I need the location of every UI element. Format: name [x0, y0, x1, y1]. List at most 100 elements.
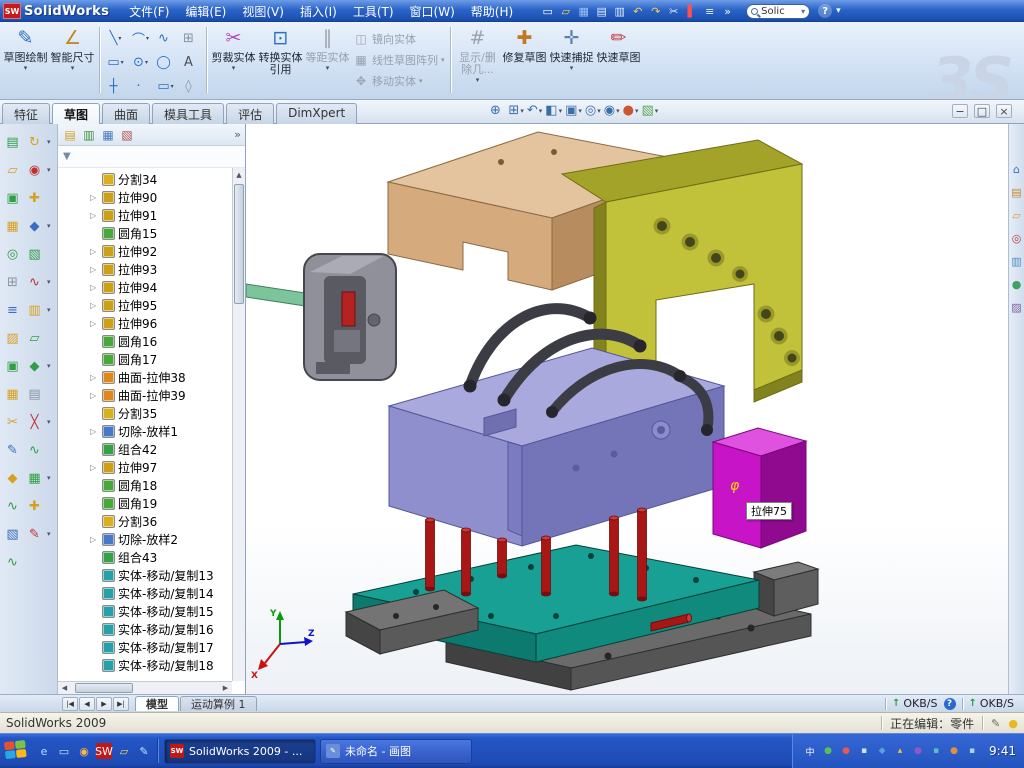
- dock-tool-icon[interactable]: ╳: [25, 413, 44, 432]
- new-doc-icon[interactable]: ▭: [539, 3, 556, 20]
- tree-item[interactable]: ▷ 曲面-拉伸38: [90, 368, 232, 386]
- tab-nav-icon[interactable]: |◀: [62, 697, 78, 711]
- command-tab[interactable]: 草图: [52, 103, 100, 124]
- tree-item[interactable]: ▷ 切除-放样2: [90, 530, 232, 548]
- chevron-down-icon[interactable]: ▾: [47, 474, 51, 482]
- chevron-down-icon[interactable]: ▾: [47, 418, 51, 426]
- quick-launch-show-desktop-icon[interactable]: ▭: [56, 743, 72, 759]
- minimize-button[interactable]: −: [952, 104, 968, 118]
- rapid-sketch-button[interactable]: ✏ 快速草图 ▾: [595, 24, 642, 96]
- dock-tool-icon[interactable]: ✎: [3, 441, 22, 460]
- expander-icon[interactable]: ▷: [90, 427, 99, 436]
- point-tool[interactable]: · ▾: [128, 74, 153, 98]
- dock-tool-icon[interactable]: ∿: [3, 553, 22, 572]
- dock-tool-icon[interactable]: ▦: [3, 385, 22, 404]
- dock-tool-icon[interactable]: ▤: [25, 385, 44, 404]
- chevron-down-icon[interactable]: ▾: [570, 64, 574, 72]
- open-icon[interactable]: ▱: [557, 3, 574, 20]
- expander-icon[interactable]: ▷: [90, 211, 99, 220]
- tray-icon-4[interactable]: ◆: [875, 744, 889, 758]
- propertymanager-tab-icon[interactable]: ▥: [81, 127, 97, 143]
- close-button[interactable]: ×: [996, 104, 1012, 118]
- model-base-step[interactable]: [754, 562, 818, 616]
- display-delete-relations-button[interactable]: # 显示/删除几... ▾: [454, 24, 501, 96]
- quick-launch-paint-icon[interactable]: ✎: [136, 743, 152, 759]
- slot-tool[interactable]: ▭ ▾: [153, 74, 178, 98]
- dock-tool-icon[interactable]: ◆: [25, 357, 44, 376]
- help-bubble-icon[interactable]: ?: [944, 698, 956, 710]
- chevron-down-icon[interactable]: ▾: [171, 83, 174, 90]
- trim-entities-button[interactable]: ✂ 剪裁实体 ▾: [210, 24, 257, 96]
- circle-tool[interactable]: ⊙ ▾: [128, 50, 153, 74]
- scroll-up-icon[interactable]: ▲: [233, 168, 245, 181]
- menu-item[interactable]: 文件(F): [121, 0, 177, 23]
- tree-item[interactable]: ▷ 曲面-拉伸39: [90, 386, 232, 404]
- chevron-down-icon[interactable]: ▾: [578, 107, 582, 115]
- menu-item[interactable]: 插入(I): [292, 0, 345, 23]
- tree-item[interactable]: ▷ 实体-移动/复制17: [90, 638, 232, 656]
- chevron-down-icon[interactable]: ▾: [24, 64, 28, 72]
- command-tab[interactable]: 评估: [226, 103, 274, 124]
- quick-launch-ie-icon[interactable]: e: [36, 743, 52, 759]
- chevron-down-icon[interactable]: ▾: [47, 222, 51, 230]
- task-button-solidworks[interactable]: SW SolidWorks 2009 - ...: [164, 739, 316, 764]
- pattern-tool[interactable]: ⊞ ▾: [178, 26, 203, 50]
- scroll-left-icon[interactable]: ◀: [58, 684, 71, 692]
- search-input[interactable]: Solic ▾: [746, 4, 810, 19]
- dock-tool-icon[interactable]: ✎: [25, 525, 44, 544]
- document-tab[interactable]: 模型: [135, 696, 179, 711]
- chevron-down-icon[interactable]: ▾: [121, 59, 124, 66]
- chevron-down-icon[interactable]: ▾: [47, 530, 51, 538]
- tree-item[interactable]: ▷ 实体-移动/复制18: [90, 656, 232, 674]
- configurationmanager-tab-icon[interactable]: ▦: [100, 127, 116, 143]
- section-view-icon[interactable]: ◧ ▾: [545, 103, 562, 118]
- chevron-down-icon[interactable]: ▾: [520, 107, 524, 115]
- dock-tool-icon[interactable]: ◎: [3, 245, 22, 264]
- expander-icon[interactable]: ▷: [90, 535, 99, 544]
- display-style-icon[interactable]: ◎ ▾: [585, 103, 601, 118]
- tray-icon-ime[interactable]: 中: [803, 744, 817, 758]
- model-magenta-block[interactable]: φ: [713, 428, 806, 548]
- search-chevron-icon[interactable]: ▾: [801, 7, 805, 16]
- appearances-pane-icon[interactable]: ●: [1010, 277, 1024, 291]
- dock-tool-icon[interactable]: [25, 553, 44, 572]
- tree-item[interactable]: ▷ 组合42: [90, 440, 232, 458]
- custom-properties-icon[interactable]: ▨: [1010, 300, 1024, 314]
- quick-launch-solidworks-icon[interactable]: SW: [96, 743, 112, 759]
- chevron-down-icon[interactable]: ▾: [635, 107, 639, 115]
- menu-item[interactable]: 帮助(H): [463, 0, 521, 23]
- dock-tool-icon[interactable]: ✂: [3, 413, 22, 432]
- tree-item[interactable]: ▷ 拉伸94: [90, 278, 232, 296]
- dock-tool-icon[interactable]: ◆: [3, 469, 22, 488]
- graphics-viewport[interactable]: φ: [246, 124, 1008, 694]
- tree-horizontal-scrollbar[interactable]: ◀ ▶: [58, 681, 232, 694]
- search-pane-icon[interactable]: ◎: [1010, 231, 1024, 245]
- dock-tool-icon[interactable]: ▱: [25, 329, 44, 348]
- command-tab[interactable]: 特征: [2, 103, 50, 124]
- print-icon[interactable]: ▤: [593, 3, 610, 20]
- tree-item[interactable]: ▷ 拉伸92: [90, 242, 232, 260]
- dock-tool-icon[interactable]: ▱: [3, 161, 22, 180]
- tray-icon-1[interactable]: ●: [821, 744, 835, 758]
- dock-tool-icon[interactable]: ✚: [25, 497, 44, 516]
- repair-sketch-button[interactable]: ✚ 修复草图 ▾: [501, 24, 548, 96]
- dock-tool-icon[interactable]: ▣: [3, 357, 22, 376]
- resource-monitor-icon[interactable]: ●: [1008, 717, 1018, 730]
- chevron-down-icon[interactable]: ▾: [47, 166, 51, 174]
- dock-tool-icon[interactable]: ✚: [25, 189, 44, 208]
- line-tool[interactable]: ╲ ▾: [103, 26, 128, 50]
- tree-item[interactable]: ▷ 实体-移动/复制16: [90, 620, 232, 638]
- quick-launch-folder-icon[interactable]: ▱: [116, 743, 132, 759]
- zoom-fit-icon[interactable]: ⊕ ▾: [490, 103, 505, 118]
- chevron-down-icon[interactable]: ▾: [47, 278, 51, 286]
- tray-icon-7[interactable]: ▪: [929, 744, 943, 758]
- tree-item[interactable]: ▷ 圆角17: [90, 350, 232, 368]
- tray-icon-3[interactable]: ▪: [857, 744, 871, 758]
- tree-item[interactable]: ▷ 实体-移动/复制14: [90, 584, 232, 602]
- help-icon[interactable]: ?: [818, 4, 832, 18]
- dock-tool-icon[interactable]: ▨: [3, 329, 22, 348]
- spline-tool[interactable]: ∿ ▾: [153, 26, 178, 50]
- edit-pencil-icon[interactable]: ✎: [991, 717, 1000, 730]
- tree-item[interactable]: ▷ 圆角16: [90, 332, 232, 350]
- tree-item[interactable]: ▷ 拉伸96: [90, 314, 232, 332]
